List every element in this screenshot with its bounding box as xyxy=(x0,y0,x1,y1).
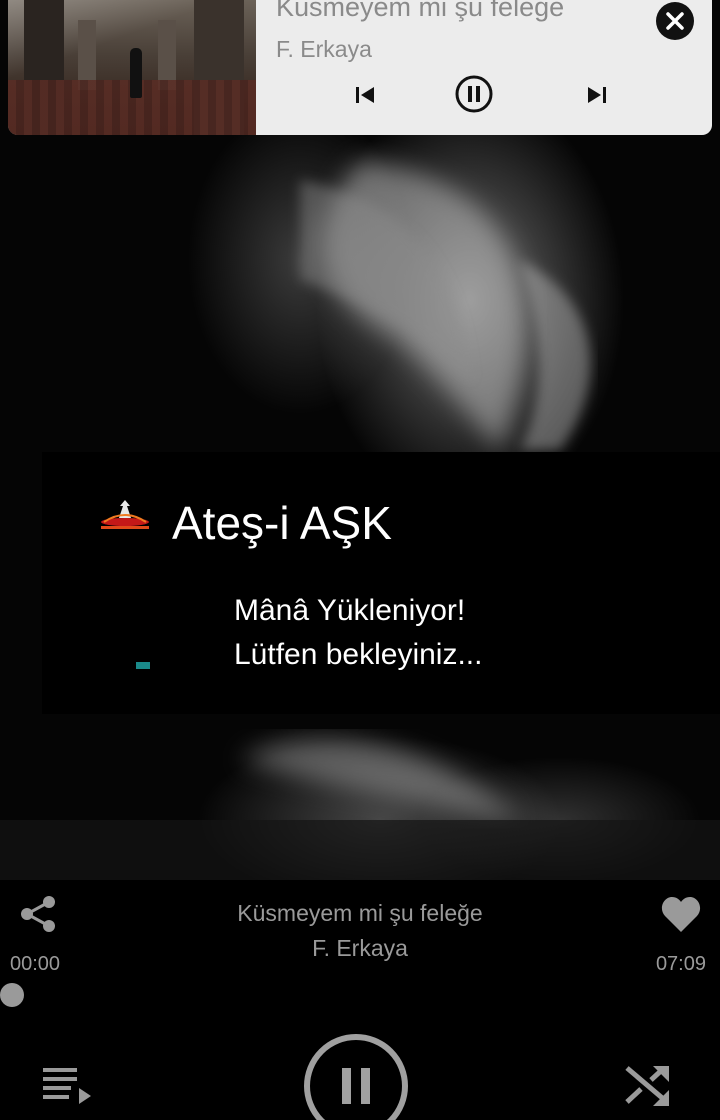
playlist-icon[interactable] xyxy=(40,1064,94,1104)
whirling-dervish-figure xyxy=(130,48,142,98)
previous-icon[interactable] xyxy=(350,80,380,110)
notification-title: Küsmeyem mi şu feleğe xyxy=(276,0,565,22)
close-icon[interactable] xyxy=(656,2,694,40)
pause-icon xyxy=(342,1068,370,1104)
ates-i-ask-logo xyxy=(98,496,152,536)
song-title: Küsmeyem mi şu feleğe xyxy=(237,900,483,926)
seek-bar-thumb[interactable] xyxy=(0,983,24,1007)
card-title: Ateş-i AŞK xyxy=(172,497,392,549)
loading-message-line1: Mânâ Yükleniyor! xyxy=(234,594,466,627)
media-notification[interactable]: Küsmeyem mi şu feleğe F. Erkaya xyxy=(8,0,712,135)
bottom-player: Küsmeyem mi şu feleğe F. Erkaya 00:00 07… xyxy=(0,880,720,1120)
loading-card: Ateş-i AŞK Mânâ Yükleniyor! Lütfen bekle… xyxy=(42,452,720,714)
loading-spinner xyxy=(136,662,150,669)
album-art xyxy=(8,0,256,135)
current-time: 00:00 xyxy=(10,953,61,975)
next-icon[interactable] xyxy=(582,80,612,110)
notification-artist: F. Erkaya xyxy=(276,36,372,62)
pause-icon[interactable] xyxy=(454,74,494,114)
total-time: 07:09 xyxy=(655,953,706,975)
song-artist: F. Erkaya xyxy=(312,935,408,961)
shuffle-icon[interactable] xyxy=(622,1062,674,1108)
play-pause-button[interactable] xyxy=(304,1034,408,1120)
heart-icon[interactable] xyxy=(658,894,704,936)
loading-message-line2: Lütfen bekleyiniz... xyxy=(234,638,483,671)
